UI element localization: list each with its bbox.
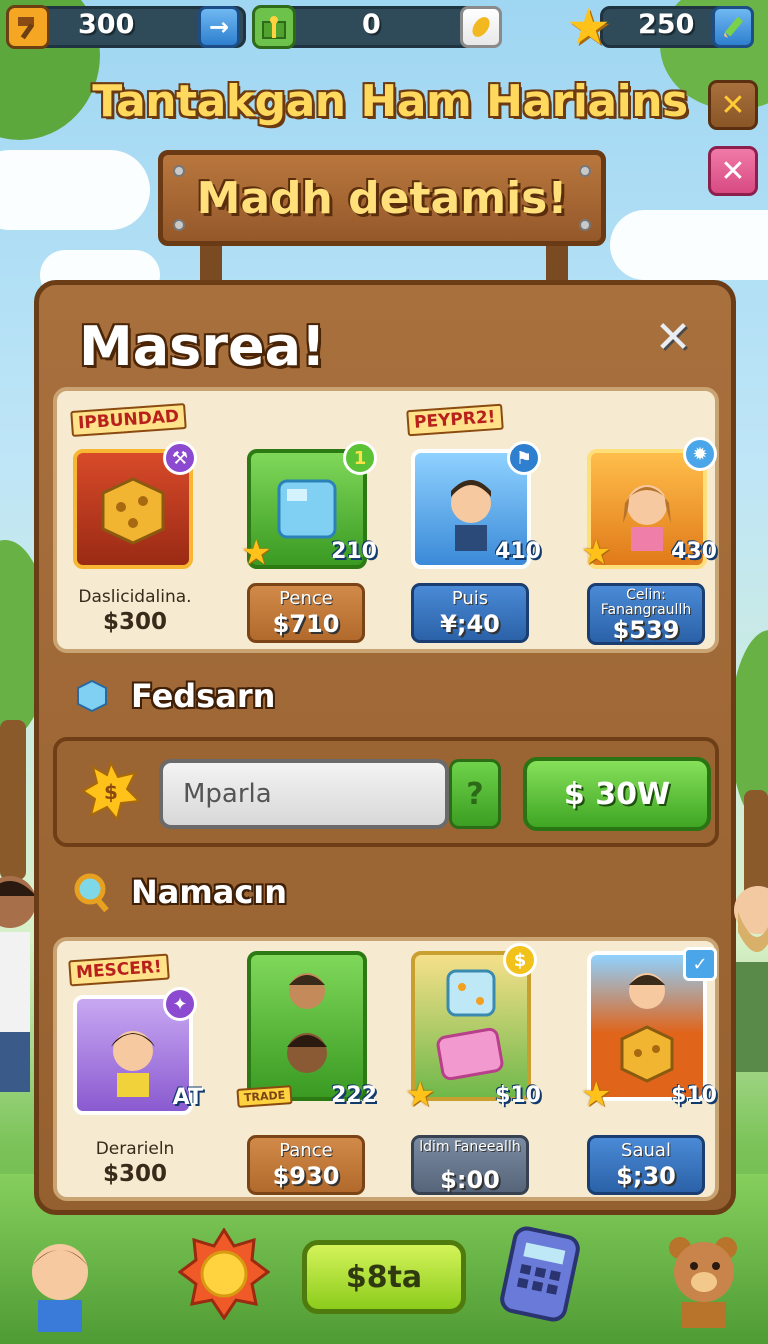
star-icon: ★ [241,533,272,573]
tag-price: $710 [272,610,340,638]
item-name: Daslicidalina. [78,587,192,607]
twins-avatar-icon [247,951,367,1101]
pencil-icon[interactable] [712,6,754,48]
sun-badge-icon[interactable] [178,1228,270,1320]
price-tag[interactable]: Celin: Fanangraullh $539 [587,583,705,645]
cube-icon [69,673,115,719]
magnifier-icon [69,869,115,915]
tag-price: $:00 [440,1166,500,1194]
bearded-man-character [734,872,768,1092]
tag-label: Pence [279,588,333,609]
namacin-shelf: MESCER! ✦ AT Derarieln $300 TRADE 222 Pa… [53,937,719,1201]
price-tag[interactable]: Puis ¥;40 [411,583,529,643]
kid-character [20,1232,100,1332]
item-badge-count: 210 [331,539,377,564]
start-button[interactable]: $8ta [302,1240,466,1314]
gift-count: 0 [362,9,381,40]
star-icon: ★ [566,0,611,56]
check-icon[interactable]: ✕ [708,80,758,130]
item-ribbon: MESCER! [68,953,170,987]
calculator-icon[interactable] [500,1226,580,1322]
arrow-right-icon[interactable]: → [198,6,240,48]
man-character [0,862,36,1092]
tag-label: Puis [451,588,489,609]
resource-bar: 300 → 0 ★ 250 [0,0,768,58]
item-badge-count: $10 [495,1083,541,1108]
item-ribbon: PEYPR2! [406,403,504,437]
featured-shelf: IPBUNDAD ⚒ Daslicidalina. $300 1 ★ 210 P… [53,387,719,653]
item-price: $300 [102,609,167,635]
tag-price: ¥;40 [440,610,500,638]
bear-character [664,1232,744,1328]
hammer-icon [6,5,50,49]
close-icon[interactable]: ✕ [708,146,758,196]
item-ribbon: IPBUNDAD [70,403,187,437]
item-badge-count: 430 [671,539,717,564]
level-badge: 1 [343,441,377,475]
star-icon: ★ [405,1075,436,1115]
star-icon: ★ [581,533,612,573]
item-badge-count: 410 [495,539,541,564]
sparkle-badge-icon: ✦ [163,987,197,1021]
price-tag[interactable]: Pence $710 [247,583,365,643]
tag-price: $930 [272,1162,340,1190]
trade-label: TRADE [236,1085,293,1108]
hammer-count: 300 [78,9,135,40]
gift-box-icon [252,5,296,49]
help-button[interactable]: ? [449,759,501,829]
search-input[interactable]: Mparla [159,759,449,829]
tag-label: Celin: Fanangraullh [600,587,692,618]
item-name: Derarieln [95,1139,175,1159]
banner-text: Madh detamis! [196,172,568,224]
price-tag[interactable]: ldim Faneeallh $:00 [411,1135,529,1195]
svg-text:$: $ [104,780,118,804]
leaf-icon[interactable] [460,6,502,48]
tag-label: Saual [621,1140,671,1161]
page-title: Tantakgan Ham Hariains [92,76,688,127]
price-tag[interactable]: Saual $;30 [587,1135,705,1195]
gear-badge-icon: ✹ [683,437,717,471]
star-icon: ★ [581,1075,612,1115]
panel-title: Masrea! [79,315,326,378]
item-badge-count: 222 [331,1083,377,1108]
tag-label: ldim Faneeallh [419,1139,521,1155]
flag-badge-icon: ⚑ [507,441,541,475]
star-count: 250 [638,9,695,40]
check-badge-icon: ✓ [683,947,717,981]
hammer-badge-icon: ⚒ [163,441,197,475]
panel-close-button[interactable]: ✕ [645,309,701,365]
tag-label: Pance [279,1140,333,1161]
coin-badge-icon: $ [503,943,537,977]
section-title: Namacın [131,873,288,911]
banner-sign: Madh detamis! [158,150,606,246]
section-title: Fedsarn [131,677,276,715]
buy-button[interactable]: $ 30W [523,757,711,831]
item-badge-label: AT [172,1085,203,1110]
item-badge-count: $10 [671,1083,717,1108]
tag-price: $;30 [616,1162,676,1190]
coin-badge-icon: $ [81,760,142,822]
item-price: $300 [102,1161,167,1187]
shop-panel: Masrea! ✕ IPBUNDAD ⚒ Daslicidalina. $300… [34,280,736,1215]
tag-price: $539 [612,616,680,644]
price-tag[interactable]: Pance $930 [247,1135,365,1195]
purchase-row: $ Mparla ? $ 30W [53,737,719,847]
